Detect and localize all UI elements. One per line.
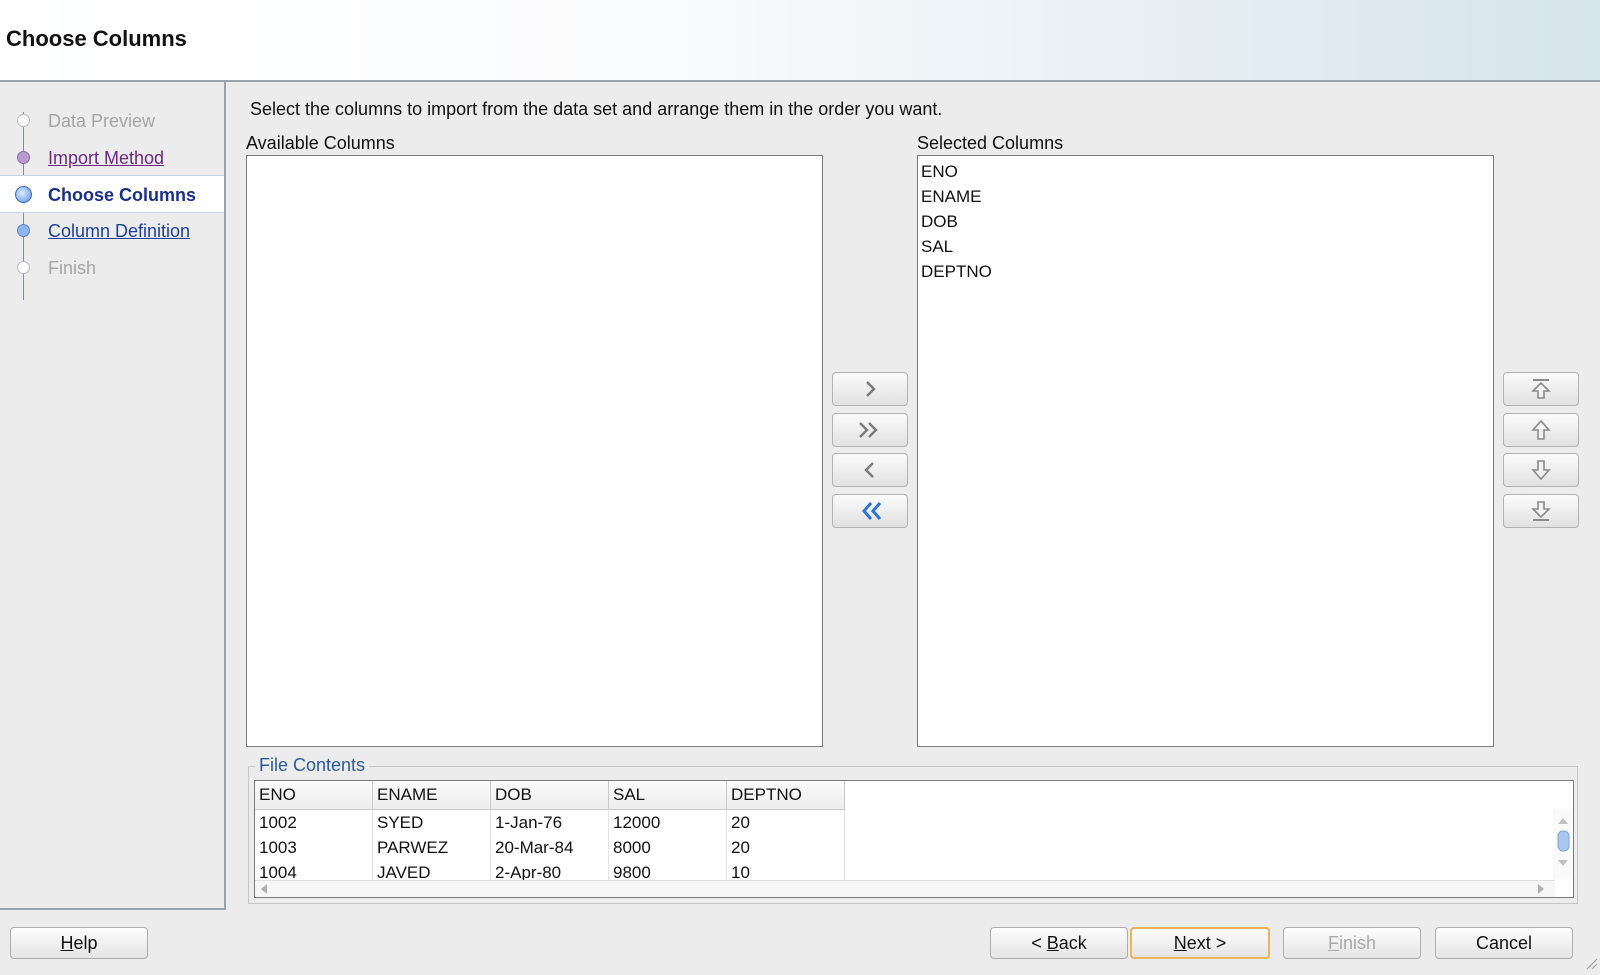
available-columns-label: Available Columns xyxy=(246,133,395,153)
help-label-rest: elp xyxy=(73,933,98,953)
table-cell: 1-Jan-76 xyxy=(490,809,609,835)
resize-grip-icon[interactable] xyxy=(1584,956,1598,970)
move-bottom-icon xyxy=(1531,501,1551,521)
step-node-icon xyxy=(17,151,30,164)
column-header[interactable]: DOB xyxy=(490,781,609,810)
list-item[interactable]: DOB xyxy=(918,209,1493,234)
column-header[interactable]: DEPTNO xyxy=(726,781,845,810)
vertical-scrollbar[interactable] xyxy=(1553,809,1573,879)
column-header[interactable]: SAL xyxy=(608,781,727,810)
page-title: Choose Columns xyxy=(6,26,187,51)
list-item[interactable]: ENO xyxy=(918,159,1493,184)
step-node-icon xyxy=(15,186,32,203)
next-mnemonic: N xyxy=(1173,933,1187,953)
finish-label-post: inish xyxy=(1338,933,1377,953)
table-cell: PARWEZ xyxy=(372,835,491,860)
instruction-text: Select the columns to import from the da… xyxy=(250,99,943,119)
remove-selected-button[interactable] xyxy=(832,453,908,487)
table-cell: SYED xyxy=(372,809,491,835)
table-cell: 20 xyxy=(726,809,845,835)
remove-all-button[interactable] xyxy=(832,494,908,528)
finish-mnemonic: F xyxy=(1327,933,1339,953)
add-all-button[interactable] xyxy=(832,413,908,447)
step-node-icon xyxy=(17,224,30,237)
move-top-icon xyxy=(1531,379,1551,399)
column-header[interactable]: ENO xyxy=(255,781,373,810)
step-node-icon xyxy=(17,261,30,274)
wizard-steps-panel: Data Preview Import Method Choose Column… xyxy=(0,82,226,910)
selected-columns-list[interactable]: ENO ENAME DOB SAL DEPTNO xyxy=(917,155,1494,747)
help-mnemonic: H xyxy=(60,933,74,953)
list-item[interactable]: ENAME xyxy=(918,184,1493,209)
step-data-preview: Data Preview xyxy=(0,102,224,138)
step-label: Choose Columns xyxy=(48,185,197,205)
table-cell: 1003 xyxy=(255,835,373,860)
step-finish: Finish xyxy=(0,249,224,285)
chevron-left-icon xyxy=(864,462,874,478)
available-columns-list[interactable] xyxy=(246,155,823,747)
table-cell: 1002 xyxy=(255,809,373,835)
add-selected-button[interactable] xyxy=(832,372,908,406)
step-label: Data Preview xyxy=(48,111,156,131)
step-choose-columns: Choose Columns xyxy=(0,175,224,213)
table-row[interactable]: 1002 SYED 1-Jan-76 12000 20 xyxy=(255,809,845,835)
help-button[interactable]: Help xyxy=(10,927,148,959)
column-header[interactable]: ENAME xyxy=(372,781,491,810)
list-item[interactable]: SAL xyxy=(918,234,1493,259)
back-button[interactable]: < Back xyxy=(990,927,1128,959)
move-down-button[interactable] xyxy=(1503,453,1579,487)
horizontal-scrollbar-icons xyxy=(261,884,1544,894)
table-cell: 12000 xyxy=(608,809,727,835)
step-label: Finish xyxy=(48,258,97,278)
back-mnemonic: B xyxy=(1046,933,1059,953)
move-up-button[interactable] xyxy=(1503,413,1579,447)
step-node-icon xyxy=(17,114,30,127)
table-cell: 8000 xyxy=(608,835,727,860)
finish-button: Finish xyxy=(1283,927,1421,959)
move-top-button[interactable] xyxy=(1503,372,1579,406)
wizard-header: Choose Columns xyxy=(0,0,1600,82)
list-item[interactable]: DEPTNO xyxy=(918,259,1493,284)
move-bottom-button[interactable] xyxy=(1503,494,1579,528)
table-cell: 20 xyxy=(726,835,845,860)
double-chevron-right-icon xyxy=(859,422,878,438)
next-label-post: ext > xyxy=(1186,933,1227,953)
table-cell: 20-Mar-84 xyxy=(490,835,609,860)
file-contents-table[interactable]: ENO ENAME DOB SAL DEPTNO 1002 SYED 1-Jan-76 120… xyxy=(254,780,1574,898)
table-header-row: ENO ENAME DOB SAL DEPTNO xyxy=(255,781,845,810)
vertical-scrollbar-icons xyxy=(1557,818,1570,866)
table-row[interactable]: 1003 PARWEZ 20-Mar-84 8000 20 xyxy=(255,835,845,860)
step-column-definition[interactable]: Column Definition xyxy=(0,212,224,248)
back-label-post: ack xyxy=(1058,933,1087,953)
step-import-method[interactable]: Import Method xyxy=(0,139,224,175)
selected-columns-label: Selected Columns xyxy=(917,133,1064,153)
arrow-up-icon xyxy=(1531,419,1551,440)
file-contents-label: File Contents xyxy=(255,755,370,776)
chevron-right-icon xyxy=(866,381,876,397)
step-label[interactable]: Column Definition xyxy=(48,221,190,242)
cancel-button[interactable]: Cancel xyxy=(1435,927,1573,959)
double-chevron-left-icon xyxy=(862,502,882,520)
next-button[interactable]: Next > xyxy=(1130,927,1270,959)
horizontal-scrollbar[interactable] xyxy=(255,880,1555,897)
step-label[interactable]: Import Method xyxy=(48,148,164,169)
arrow-down-icon xyxy=(1531,460,1551,481)
back-label-pre: < xyxy=(1031,933,1047,953)
